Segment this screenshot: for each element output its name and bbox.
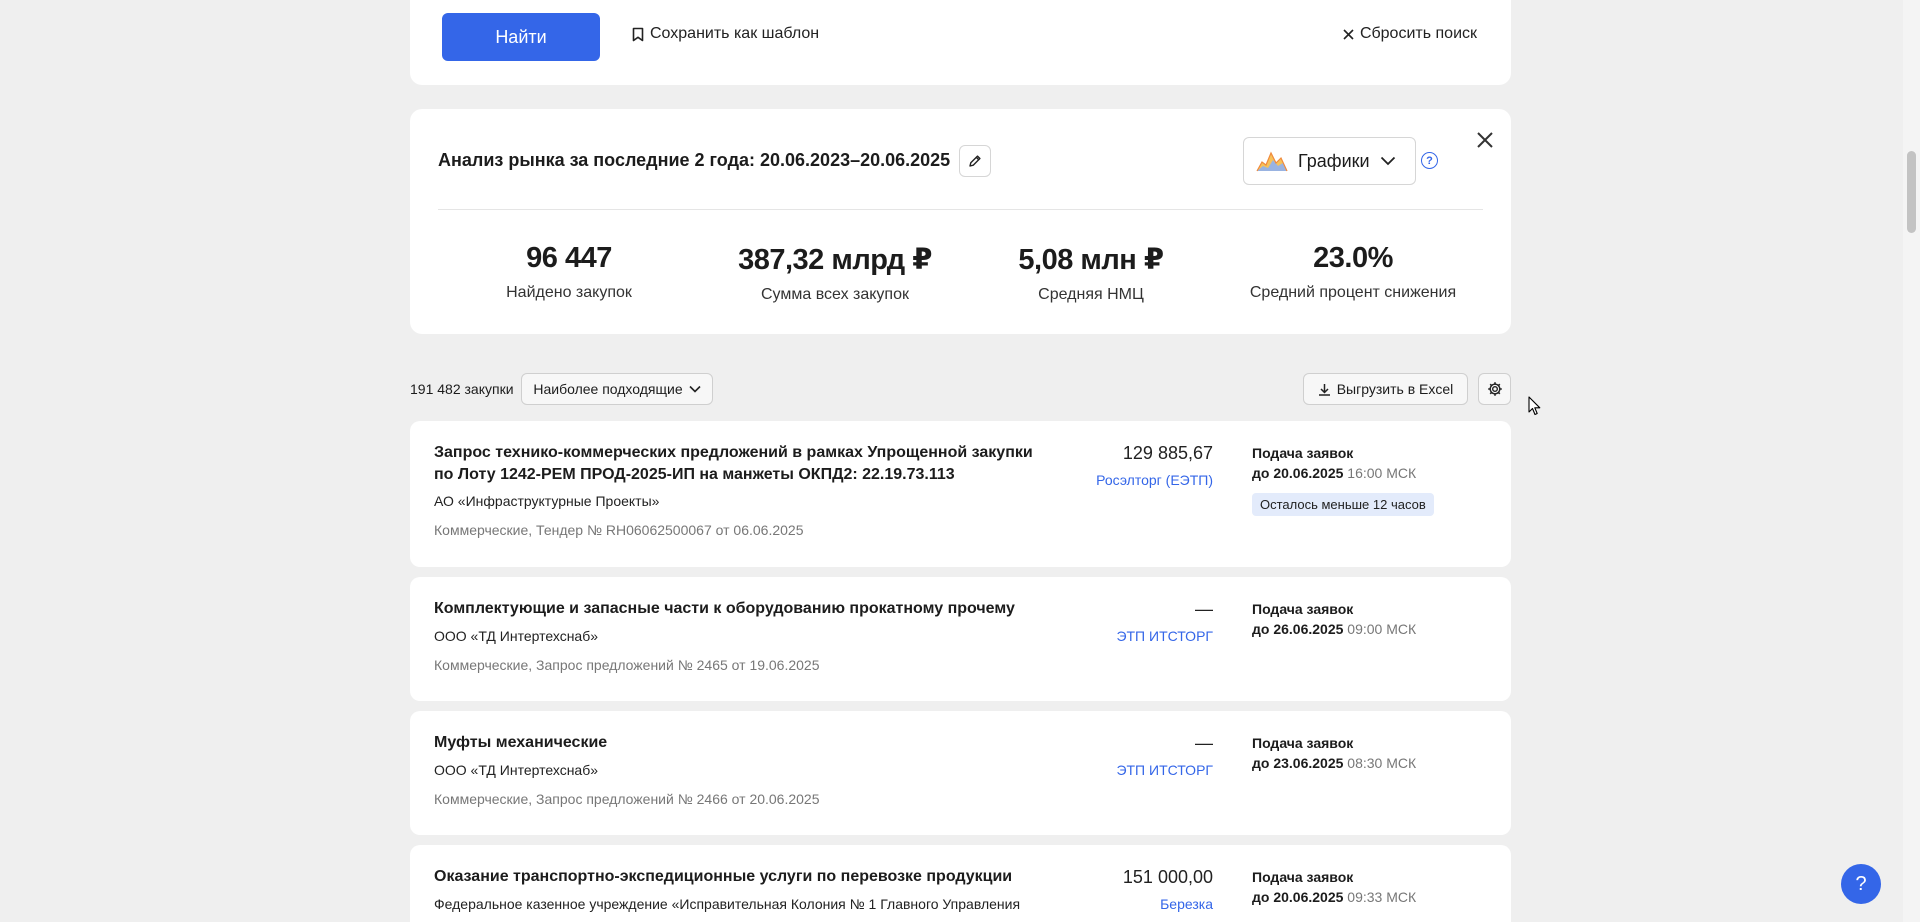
deadline-label: Подача заявок xyxy=(1252,869,1354,885)
tender-organization: ООО «ТД Интертехснаб» xyxy=(434,762,599,778)
market-analysis-panel: Анализ рынка за последние 2 года: 20.06.… xyxy=(410,109,1511,334)
tender-platform-link[interactable]: ЭТП ИТСТОРГ xyxy=(1116,762,1213,778)
tender-platform-link[interactable]: ЭТП ИТСТОРГ xyxy=(1116,628,1213,644)
deadline-date-value: до 26.06.2025 xyxy=(1252,621,1344,637)
stat-value: 387,32 млрд ₽ xyxy=(738,244,932,276)
tender-platform-link[interactable]: Росэлторг (ЕЭТП) xyxy=(1096,472,1213,488)
close-icon xyxy=(1343,28,1354,40)
charts-icon xyxy=(1256,151,1288,172)
stat-caption: Сумма всех закупок xyxy=(760,286,909,303)
tender-platform-link[interactable]: Березка xyxy=(1160,896,1213,912)
pencil-icon xyxy=(969,155,981,167)
gear-icon xyxy=(1487,382,1502,396)
charts-dropdown[interactable]: Графики xyxy=(1243,137,1416,185)
tender-card[interactable]: Запрос технико-коммерческих предложений … xyxy=(410,421,1511,567)
stat-caption: Средний процент снижения xyxy=(1249,284,1457,301)
tender-card[interactable]: Муфты механические ООО «ТД Интертехснаб»… xyxy=(410,711,1511,835)
tender-title[interactable]: Муфты механические xyxy=(434,732,1034,754)
tender-meta: Коммерческие, Запрос предложений № 2465 … xyxy=(434,657,820,673)
deadline-date-value: до 20.06.2025 xyxy=(1252,889,1344,905)
deadline-date-value: до 23.06.2025 xyxy=(1252,755,1344,771)
deadline-label: Подача заявок xyxy=(1252,735,1354,751)
save-template-button[interactable]: Сохранить как шаблон xyxy=(632,25,819,43)
tender-meta: Коммерческие, Тендер № RH06062500067 от … xyxy=(434,522,804,538)
tender-card[interactable]: Оказание транспортно-экспедиционные услу… xyxy=(410,845,1511,922)
deadline-date: до 26.06.2025 09:00 МСК xyxy=(1252,621,1416,637)
stat-total-sum: 387,32 млрд ₽ Сумма всех закупок xyxy=(720,242,950,304)
deadline-date: до 20.06.2025 09:33 МСК xyxy=(1252,889,1416,905)
chevron-down-icon xyxy=(689,385,701,393)
mouse-cursor-icon xyxy=(1528,396,1541,416)
export-excel-button[interactable]: Выгрузить в Excel xyxy=(1303,373,1468,405)
close-icon xyxy=(1477,132,1493,148)
tender-price: — xyxy=(1195,733,1213,753)
export-excel-label: Выгрузить в Excel xyxy=(1336,381,1454,397)
download-icon xyxy=(1318,383,1330,396)
sort-label: Наиболее подходящие xyxy=(533,381,683,397)
save-template-label: Сохранить как шаблон xyxy=(650,25,820,42)
tender-organization: АО «Инфраструктурные Проекты» xyxy=(434,493,660,509)
deadline-date-value: до 20.06.2025 xyxy=(1252,465,1344,481)
sort-dropdown[interactable]: Наиболее подходящие xyxy=(521,373,713,405)
stat-average-price: 5,08 млн ₽ Средняя НМЦ xyxy=(991,242,1191,304)
reset-search-label: Сбросить поиск xyxy=(1359,25,1477,42)
deadline-time: 16:00 МСК xyxy=(1347,465,1417,481)
close-analysis-button[interactable] xyxy=(1471,126,1499,154)
help-icon[interactable]: ? xyxy=(1421,152,1438,169)
stat-average-discount: 23.0% Средний процент снижения xyxy=(1233,242,1473,302)
stat-value: 96 447 xyxy=(526,242,612,274)
charts-label: Графики xyxy=(1298,150,1370,171)
stat-caption: Средняя НМЦ xyxy=(1038,286,1144,303)
tender-card[interactable]: Комплектующие и запасные части к оборудо… xyxy=(410,577,1511,701)
time-left-badge: Осталось меньше 12 часов xyxy=(1252,493,1434,516)
tender-organization: ООО «ТД Интертехснаб» xyxy=(434,628,599,644)
tender-title[interactable]: Оказание транспортно-экспедиционные услу… xyxy=(434,866,1034,888)
chevron-down-icon xyxy=(1380,156,1395,166)
deadline-time: 08:30 МСК xyxy=(1347,755,1417,771)
tender-price: 151 000,00 xyxy=(1122,867,1213,887)
deadline-time: 09:33 МСК xyxy=(1347,889,1417,905)
scrollbar-thumb[interactable] xyxy=(1907,151,1916,233)
search-panel: Найти Сохранить как шаблон Сбросить поис… xyxy=(410,0,1511,85)
tender-organization: Федеральное казенное учреждение «Исправи… xyxy=(434,896,1021,912)
page-scrollbar[interactable] xyxy=(1903,0,1920,922)
deadline-label: Подача заявок xyxy=(1252,601,1354,617)
tender-title[interactable]: Комплектующие и запасные части к оборудо… xyxy=(434,598,1034,620)
help-button[interactable]: ? xyxy=(1841,864,1881,904)
results-count: 191 482 закупки xyxy=(410,381,514,397)
edit-period-button[interactable] xyxy=(959,145,991,177)
find-button[interactable]: Найти xyxy=(442,13,600,61)
analysis-title: Анализ рынка за последние 2 года: 20.06.… xyxy=(438,150,951,170)
divider xyxy=(438,209,1483,210)
stat-caption: Найдено закупок xyxy=(506,284,632,301)
bookmark-icon xyxy=(632,27,644,41)
deadline-label: Подача заявок xyxy=(1252,445,1354,461)
stat-found: 96 447 Найдено закупок xyxy=(469,242,669,302)
deadline-date: до 20.06.2025 16:00 МСК xyxy=(1252,465,1416,481)
tender-meta: Коммерческие, Запрос предложений № 2466 … xyxy=(434,791,820,807)
deadline-time: 09:00 МСК xyxy=(1347,621,1417,637)
stat-value: 23.0% xyxy=(1313,242,1393,274)
settings-button[interactable] xyxy=(1478,373,1511,405)
tender-price: 129 885,67 xyxy=(1122,443,1213,463)
stat-value: 5,08 млн ₽ xyxy=(1018,244,1164,276)
tender-title[interactable]: Запрос технико-коммерческих предложений … xyxy=(434,442,1034,486)
deadline-date: до 23.06.2025 08:30 МСК xyxy=(1252,755,1416,771)
reset-search-button[interactable]: Сбросить поиск xyxy=(1343,25,1477,43)
tender-price: — xyxy=(1195,599,1213,619)
